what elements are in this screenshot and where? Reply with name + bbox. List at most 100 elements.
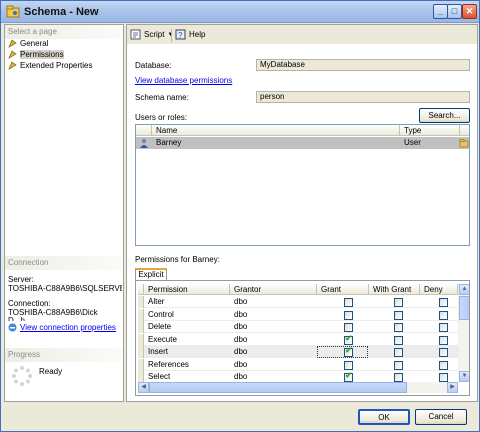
table-row[interactable]: Control dbo xyxy=(138,308,458,321)
with-grant-checkbox[interactable] xyxy=(394,298,403,307)
schema-icon xyxy=(6,5,20,18)
script-label: Script xyxy=(144,30,165,39)
toolbar: Script ▼ ? Help xyxy=(127,25,477,45)
grant-checkbox[interactable] xyxy=(344,346,353,357)
grant-checkbox[interactable] xyxy=(344,334,353,345)
window-title: Schema - New xyxy=(24,6,99,18)
name-column-header[interactable]: Name xyxy=(152,125,400,136)
properties-icon xyxy=(8,323,17,332)
with-grant-checkbox[interactable] xyxy=(394,348,403,357)
select-page-header: Select a page xyxy=(5,25,123,39)
schema-dialog: Schema - New _ □ ✕ Select a page General… xyxy=(0,0,480,432)
right-pane: Script ▼ ? Help Database: MyDatabase Vie… xyxy=(126,24,478,402)
user-icon xyxy=(140,138,148,148)
table-row[interactable]: Insert dbo xyxy=(138,346,458,358)
permission-cell: Delete xyxy=(148,322,172,331)
grant-checkbox[interactable] xyxy=(344,360,353,370)
dialog-footer: OK Cancel xyxy=(1,403,479,431)
server-label: Server: xyxy=(8,275,34,284)
horizontal-scrollbar[interactable]: ◀ ▶ xyxy=(138,382,458,393)
grantor-cell: dbo xyxy=(234,309,248,319)
table-row[interactable]: Delete dbo xyxy=(138,321,458,333)
search-button[interactable]: Search... xyxy=(419,108,470,123)
help-icon: ? xyxy=(175,29,186,40)
ok-button[interactable]: OK xyxy=(358,409,410,425)
grantor-column-header[interactable]: Grantor xyxy=(230,284,317,295)
table-row[interactable]: References dbo xyxy=(138,358,458,371)
connection-label: Connection: xyxy=(8,299,51,308)
page-icon xyxy=(8,50,17,59)
scroll-left-icon[interactable]: ◀ xyxy=(138,382,149,393)
hscroll-thumb[interactable] xyxy=(149,382,407,393)
browse-icon[interactable] xyxy=(459,138,469,148)
page-icon xyxy=(8,61,17,70)
permission-cell: Alter xyxy=(148,297,165,306)
scroll-down-icon[interactable]: ▼ xyxy=(459,371,469,382)
view-connection-properties-link[interactable]: View connection properties xyxy=(8,322,116,333)
user-type-cell: User xyxy=(404,138,421,147)
page-extended-properties-label: Extended Properties xyxy=(20,61,93,70)
deny-checkbox[interactable] xyxy=(439,348,448,357)
grant-column-header[interactable]: Grant xyxy=(317,284,369,295)
page-general-label: General xyxy=(20,39,49,48)
grantor-cell: dbo xyxy=(234,347,248,356)
table-row[interactable]: Barney User xyxy=(136,137,469,149)
grid-rowheader-corner xyxy=(136,125,152,136)
grant-checkbox[interactable] xyxy=(344,323,353,332)
with-grant-column-header[interactable]: With Grant xyxy=(369,284,420,295)
page-general[interactable]: General xyxy=(8,38,48,49)
deny-checkbox[interactable] xyxy=(439,298,448,307)
grantor-cell: dbo xyxy=(234,334,248,344)
vertical-scrollbar[interactable]: ▲ ▼ xyxy=(458,284,469,382)
type-column-header[interactable]: Type xyxy=(400,125,460,136)
server-value: TOSHIBA-C88A9B6\SQLSERVEF xyxy=(8,284,122,293)
progress-status: Ready xyxy=(39,367,63,376)
grantor-cell: dbo xyxy=(234,359,248,369)
maximize-button[interactable]: □ xyxy=(447,4,462,19)
with-grant-checkbox[interactable] xyxy=(394,310,403,320)
table-row[interactable]: Alter dbo xyxy=(138,296,458,308)
page-extended-properties[interactable]: Extended Properties xyxy=(8,60,93,71)
grant-checkbox[interactable] xyxy=(344,298,353,307)
database-value: MyDatabase xyxy=(256,59,470,71)
cancel-button[interactable]: Cancel xyxy=(415,409,467,425)
grant-checkbox[interactable] xyxy=(344,310,353,320)
with-grant-checkbox[interactable] xyxy=(394,323,403,332)
permissions-grid: Permission Grantor Grant With Grant Deny… xyxy=(136,281,469,395)
deny-checkbox[interactable] xyxy=(439,373,448,382)
permission-column-header[interactable]: Permission xyxy=(144,284,230,295)
page-permissions[interactable]: Permissions xyxy=(8,49,64,60)
script-button[interactable]: Script ▼ xyxy=(130,29,173,40)
permissions-for-label: Permissions for Barney: xyxy=(135,255,220,264)
deny-checkbox[interactable] xyxy=(439,360,448,370)
connection-value-overflow: D...h... xyxy=(8,316,32,321)
table-row[interactable]: Execute dbo xyxy=(138,333,458,346)
title-bar: Schema - New _ □ ✕ xyxy=(1,1,479,23)
deny-checkbox[interactable] xyxy=(439,323,448,332)
connection-header: Connection xyxy=(5,256,123,270)
view-database-permissions-link[interactable]: View database permissions xyxy=(135,76,232,85)
with-grant-checkbox[interactable] xyxy=(394,360,403,370)
progress-spinner-icon xyxy=(12,366,32,386)
help-button[interactable]: ? Help xyxy=(175,29,205,40)
scroll-up-icon[interactable]: ▲ xyxy=(459,284,469,295)
help-label: Help xyxy=(189,30,206,39)
explicit-tab-panel: Permission Grantor Grant With Grant Deny… xyxy=(135,280,470,396)
progress-header: Progress xyxy=(5,348,123,362)
database-label: Database: xyxy=(135,61,172,70)
script-icon xyxy=(130,29,141,40)
focus-rectangle xyxy=(317,346,368,358)
deny-checkbox[interactable] xyxy=(439,335,448,345)
with-grant-checkbox[interactable] xyxy=(394,373,403,382)
scroll-thumb[interactable] xyxy=(459,296,469,320)
with-grant-checkbox[interactable] xyxy=(394,335,403,345)
scroll-right-icon[interactable]: ▶ xyxy=(447,382,458,393)
permission-cell: Insert xyxy=(148,347,169,356)
grant-checkbox[interactable] xyxy=(344,371,353,382)
close-button[interactable]: ✕ xyxy=(462,4,477,19)
deny-column-header[interactable]: Deny xyxy=(420,284,458,295)
schema-name-value: person xyxy=(256,91,470,103)
user-name-cell: Barney xyxy=(156,138,182,147)
minimize-button[interactable]: _ xyxy=(433,4,448,19)
deny-checkbox[interactable] xyxy=(439,310,448,320)
